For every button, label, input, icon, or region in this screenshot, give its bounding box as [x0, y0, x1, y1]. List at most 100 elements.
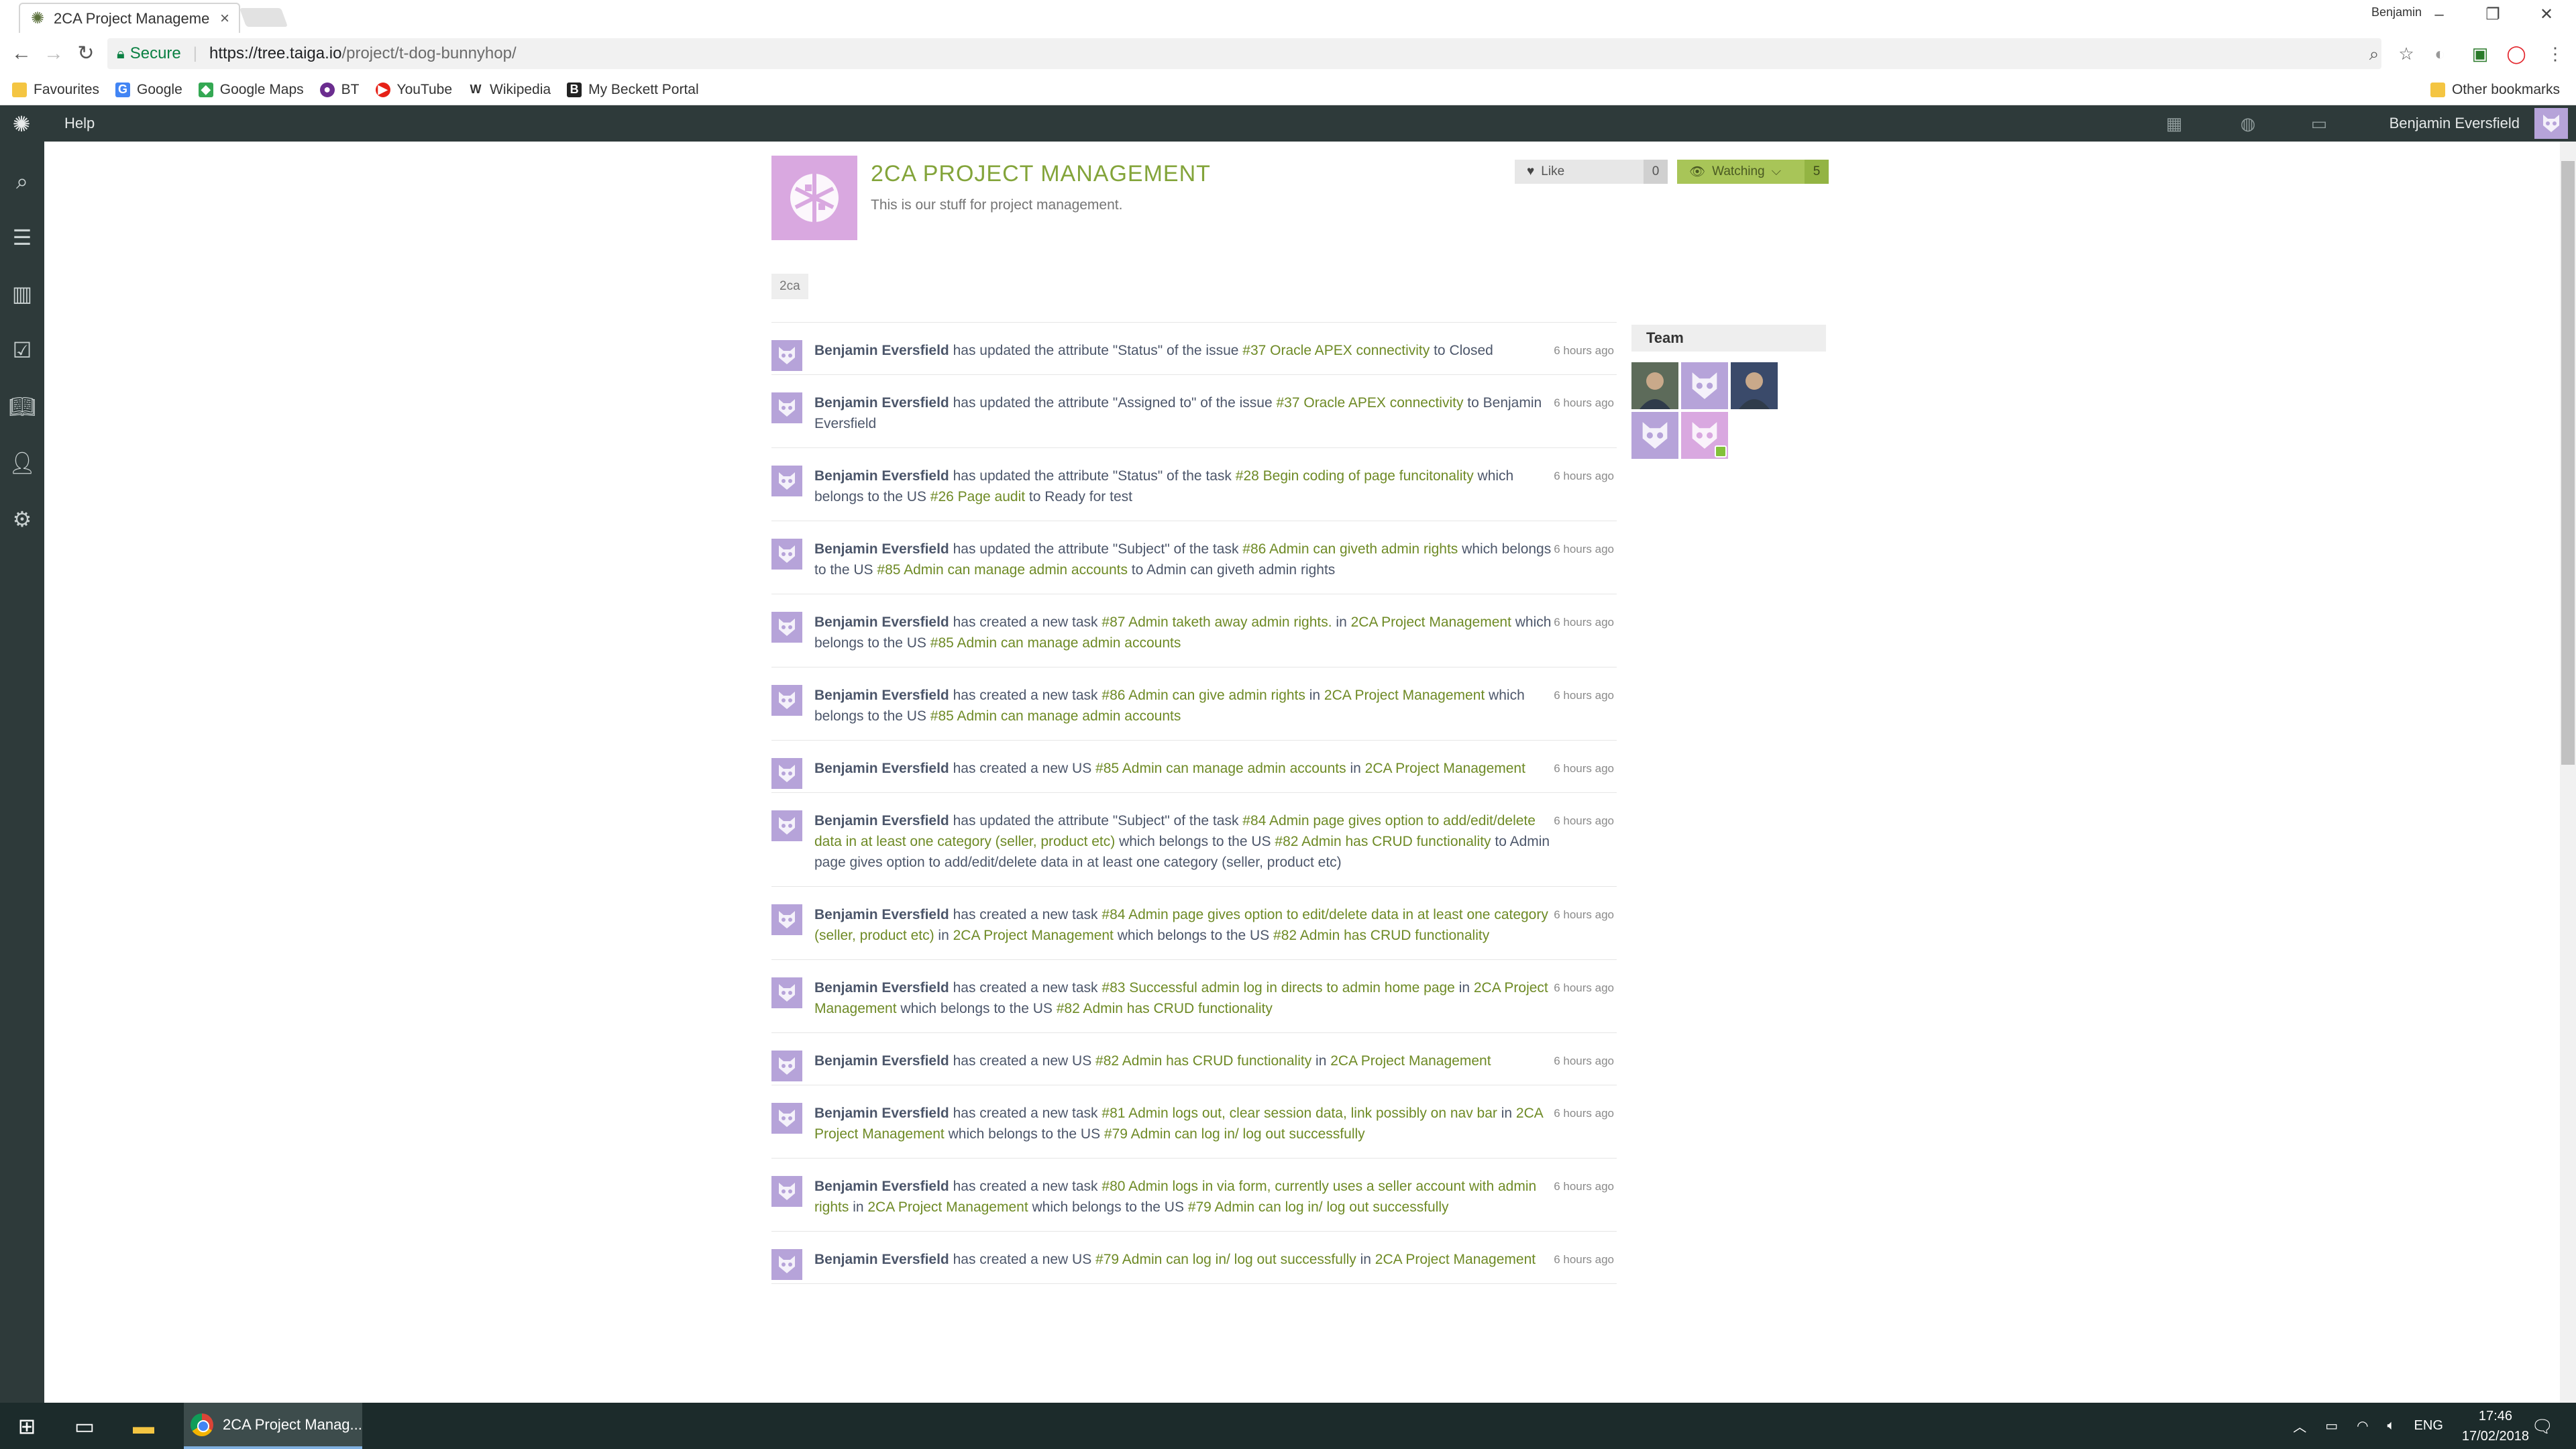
activity-user-link[interactable]: Benjamin Eversfield: [814, 761, 949, 776]
activity-item-link[interactable]: #79 Admin can log in/ log out successful…: [1095, 1252, 1356, 1267]
other-bookmarks[interactable]: Other bookmarks: [2430, 74, 2560, 105]
bookmark-google[interactable]: G Google: [115, 82, 182, 98]
zoom-icon[interactable]: ⌕: [2359, 38, 2390, 69]
file-explorer-icon[interactable]: ▬: [123, 1409, 164, 1443]
notifications-icon[interactable]: ▭: [2308, 113, 2330, 133]
close-window-icon[interactable]: ✕: [2520, 3, 2573, 27]
wiki-icon[interactable]: 📖︎: [5, 390, 39, 423]
activity-item-link[interactable]: 2CA Project Management: [867, 1199, 1028, 1215]
team-member-avatar[interactable]: [1631, 362, 1678, 409]
activity-item-link[interactable]: #86 Admin can giveth admin rights: [1242, 541, 1458, 557]
settings-gear-icon[interactable]: ⚙: [5, 502, 39, 536]
activity-user-link[interactable]: Benjamin Eversfield: [814, 395, 949, 411]
team-icon[interactable]: 👤︎: [5, 446, 39, 480]
activity-item-link[interactable]: #28 Begin coding of page funcitonality: [1236, 468, 1474, 484]
activity-user-link[interactable]: Benjamin Eversfield: [814, 907, 949, 922]
task-view-icon[interactable]: ▭: [64, 1409, 105, 1443]
activity-avatar[interactable]: [771, 466, 802, 496]
activity-item-link[interactable]: #37 Oracle APEX connectivity: [1242, 343, 1430, 358]
reload-icon[interactable]: ↻: [70, 38, 102, 70]
menu-kebab-icon[interactable]: ⋮: [2540, 38, 2571, 69]
discover-icon[interactable]: ◍: [2237, 113, 2259, 133]
forward-icon[interactable]: →: [38, 38, 70, 70]
bookmark-youtube[interactable]: ▶ YouTube: [375, 82, 452, 98]
browser-tab-active[interactable]: ✺ 2CA Project Manageme ×: [19, 3, 240, 33]
activity-avatar[interactable]: [771, 1051, 802, 1081]
kanban-icon[interactable]: ▥: [5, 277, 39, 311]
team-member-avatar[interactable]: [1681, 362, 1728, 409]
activity-avatar[interactable]: [771, 612, 802, 643]
activity-item-link[interactable]: #81 Admin logs out, clear session data, …: [1102, 1106, 1497, 1121]
activity-user-link[interactable]: Benjamin Eversfield: [814, 1179, 949, 1194]
activity-user-link[interactable]: Benjamin Eversfield: [814, 614, 949, 630]
bookmark-wikipedia[interactable]: W Wikipedia: [468, 82, 551, 98]
activity-user-link[interactable]: Benjamin Eversfield: [814, 980, 949, 996]
restore-icon[interactable]: ❐: [2466, 3, 2520, 27]
address-bar[interactable]: 🔒︎ Secure | https://tree.taiga.io /proje…: [107, 38, 2381, 69]
bookmark-favourites[interactable]: Favourites: [12, 82, 99, 98]
activity-item-link[interactable]: #83 Successful admin log in directs to a…: [1102, 980, 1454, 996]
language-indicator[interactable]: ENG: [2414, 1418, 2443, 1434]
bookmark-google-maps[interactable]: ◆ Google Maps: [198, 82, 304, 98]
taskbar-clock[interactable]: 17:46 17/02/2018: [2462, 1406, 2529, 1446]
like-button[interactable]: ♥ Like 0: [1515, 160, 1668, 184]
watching-button[interactable]: 👁︎ Watching ⌵ 5: [1677, 160, 1829, 184]
activity-avatar[interactable]: [771, 904, 802, 935]
tray-chevron-up-icon[interactable]: ︿: [2293, 1416, 2306, 1436]
minimize-icon[interactable]: –: [2412, 3, 2466, 27]
taiga-logo-icon[interactable]: ✺: [9, 112, 34, 136]
activity-avatar[interactable]: [771, 758, 802, 789]
activity-item-link[interactable]: #37 Oracle APEX connectivity: [1276, 395, 1463, 411]
user-avatar[interactable]: [2534, 108, 2568, 139]
close-tab-icon[interactable]: ×: [220, 9, 229, 28]
activity-item-link[interactable]: 2CA Project Management: [953, 928, 1114, 943]
activity-user-link[interactable]: Benjamin Eversfield: [814, 468, 949, 484]
activity-user-link[interactable]: Benjamin Eversfield: [814, 1106, 949, 1121]
new-tab-button[interactable]: [239, 8, 288, 27]
volume-icon[interactable]: 🔈︎: [2387, 1418, 2396, 1434]
projects-grid-icon[interactable]: ▦: [2163, 113, 2186, 133]
activity-user-link[interactable]: Benjamin Eversfield: [814, 343, 949, 358]
extension-icon[interactable]: ◐: [2424, 38, 2455, 69]
activity-item-link[interactable]: 2CA Project Management: [1330, 1053, 1491, 1069]
activity-item-link[interactable]: #85 Admin can manage admin accounts: [930, 635, 1181, 651]
bookmark-star-icon[interactable]: ☆: [2391, 38, 2422, 69]
battery-icon[interactable]: ▭: [2325, 1417, 2338, 1434]
timeline-icon[interactable]: ☰: [5, 221, 39, 254]
activity-item-link[interactable]: 2CA Project Management: [1324, 688, 1485, 703]
activity-avatar[interactable]: [771, 392, 802, 423]
activity-item-link[interactable]: #82 Admin has CRUD functionality: [1057, 1001, 1273, 1016]
user-name[interactable]: Benjamin Eversfield: [2390, 115, 2520, 132]
search-icon[interactable]: ⌕: [5, 164, 39, 198]
team-member-avatar[interactable]: [1681, 412, 1728, 459]
activity-avatar[interactable]: [771, 977, 802, 1008]
activity-item-link[interactable]: #86 Admin can give admin rights: [1102, 688, 1305, 703]
activity-avatar[interactable]: [771, 340, 802, 371]
activity-item-link[interactable]: #82 Admin has CRUD functionality: [1095, 1053, 1311, 1069]
activity-user-link[interactable]: Benjamin Eversfield: [814, 1252, 949, 1267]
activity-item-link[interactable]: #79 Admin can log in/ log out successful…: [1188, 1199, 1449, 1215]
activity-user-link[interactable]: Benjamin Eversfield: [814, 813, 949, 828]
activity-avatar[interactable]: [771, 1176, 802, 1207]
action-center-icon[interactable]: 🗨︎: [2522, 1409, 2563, 1443]
activity-item-link[interactable]: 2CA Project Management: [1375, 1252, 1536, 1267]
bookmark-bt[interactable]: ● BT: [319, 82, 360, 98]
help-link[interactable]: Help: [64, 115, 95, 132]
team-member-avatar[interactable]: [1731, 362, 1778, 409]
taskbar-chrome-button[interactable]: 2CA Project Manag...: [184, 1403, 362, 1449]
extension-shield-icon[interactable]: ▣: [2465, 38, 2496, 69]
scrollbar-thumb[interactable]: [2561, 161, 2575, 765]
activity-user-link[interactable]: Benjamin Eversfield: [814, 541, 949, 557]
activity-avatar[interactable]: [771, 539, 802, 570]
project-tag[interactable]: 2ca: [771, 274, 808, 299]
windows-start-icon[interactable]: ⊞: [7, 1409, 47, 1443]
issues-icon[interactable]: ☑: [5, 333, 39, 367]
activity-item-link[interactable]: 2CA Project Management: [1351, 614, 1511, 630]
activity-avatar[interactable]: [771, 1249, 802, 1280]
activity-item-link[interactable]: 2CA Project Management: [1365, 761, 1525, 776]
activity-user-link[interactable]: Benjamin Eversfield: [814, 688, 949, 703]
opera-icon[interactable]: ◯: [2501, 38, 2532, 69]
activity-item-link[interactable]: #82 Admin has CRUD functionality: [1273, 928, 1489, 943]
activity-avatar[interactable]: [771, 810, 802, 841]
bookmark-my-beckett-portal[interactable]: B My Beckett Portal: [567, 82, 699, 98]
